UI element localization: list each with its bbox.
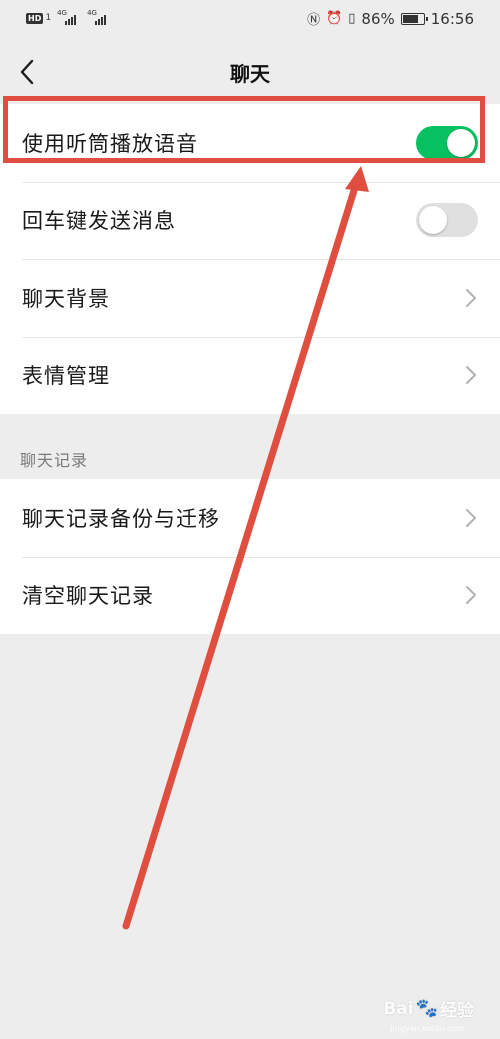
settings-group-history: 聊天记录备份与迁移 清空聊天记录 [0,479,500,634]
setting-label: 表情管理 [22,364,110,389]
enter-send-toggle[interactable] [416,203,478,238]
battery-percent: 86% [361,9,395,28]
clock: 16:56 [430,9,474,28]
signal-icon-1: 4G [57,9,81,25]
status-bar: HD 1 4G 4G Ⓝ ⏰ ▯ 86% 16:56 [0,0,500,40]
alarm-icon: ⏰ [326,11,343,26]
chevron-right-icon [466,586,476,605]
setting-label: 回车键发送消息 [22,209,176,234]
annotation-highlight-box [3,96,485,163]
setting-row-enter-send: 回车键发送消息 [0,181,500,260]
sim-number: 1 [45,13,52,23]
page-title: 聊天 [230,62,270,86]
setting-row-clear-history[interactable]: 清空聊天记录 [0,556,500,635]
vibrate-icon: ▯ [348,11,356,26]
hd-badge: HD [26,12,44,24]
watermark-url: jingyan.baidu.com [390,1024,464,1033]
chevron-right-icon [466,366,476,385]
battery-icon [400,12,428,25]
section-header-history: 聊天记录 [20,451,89,470]
paw-icon: 🐾 [415,998,438,1019]
signal-icon-2: 4G [87,9,111,25]
chevron-right-icon [466,288,476,307]
setting-row-sticker-manage[interactable]: 表情管理 [0,336,500,415]
status-right: Ⓝ ⏰ ▯ 86% 16:56 [307,9,474,29]
chevron-right-icon [466,508,476,527]
setting-row-backup-migrate[interactable]: 聊天记录备份与迁移 [0,479,500,557]
setting-row-chat-background[interactable]: 聊天背景 [0,259,500,337]
watermark-brand: Bai [383,998,414,1019]
watermark-brand-suffix: 经验 [440,1001,474,1021]
status-left: HD 1 4G 4G [26,9,111,25]
toggle-knob [419,206,447,235]
setting-label: 聊天记录备份与迁移 [22,506,220,531]
nfc-icon: Ⓝ [307,13,321,28]
watermark-logo: Bai 🐾 经验 [383,996,474,1021]
nav-header: 聊天 [0,40,500,104]
setting-label: 清空聊天记录 [22,584,154,609]
setting-label: 聊天背景 [22,286,110,311]
